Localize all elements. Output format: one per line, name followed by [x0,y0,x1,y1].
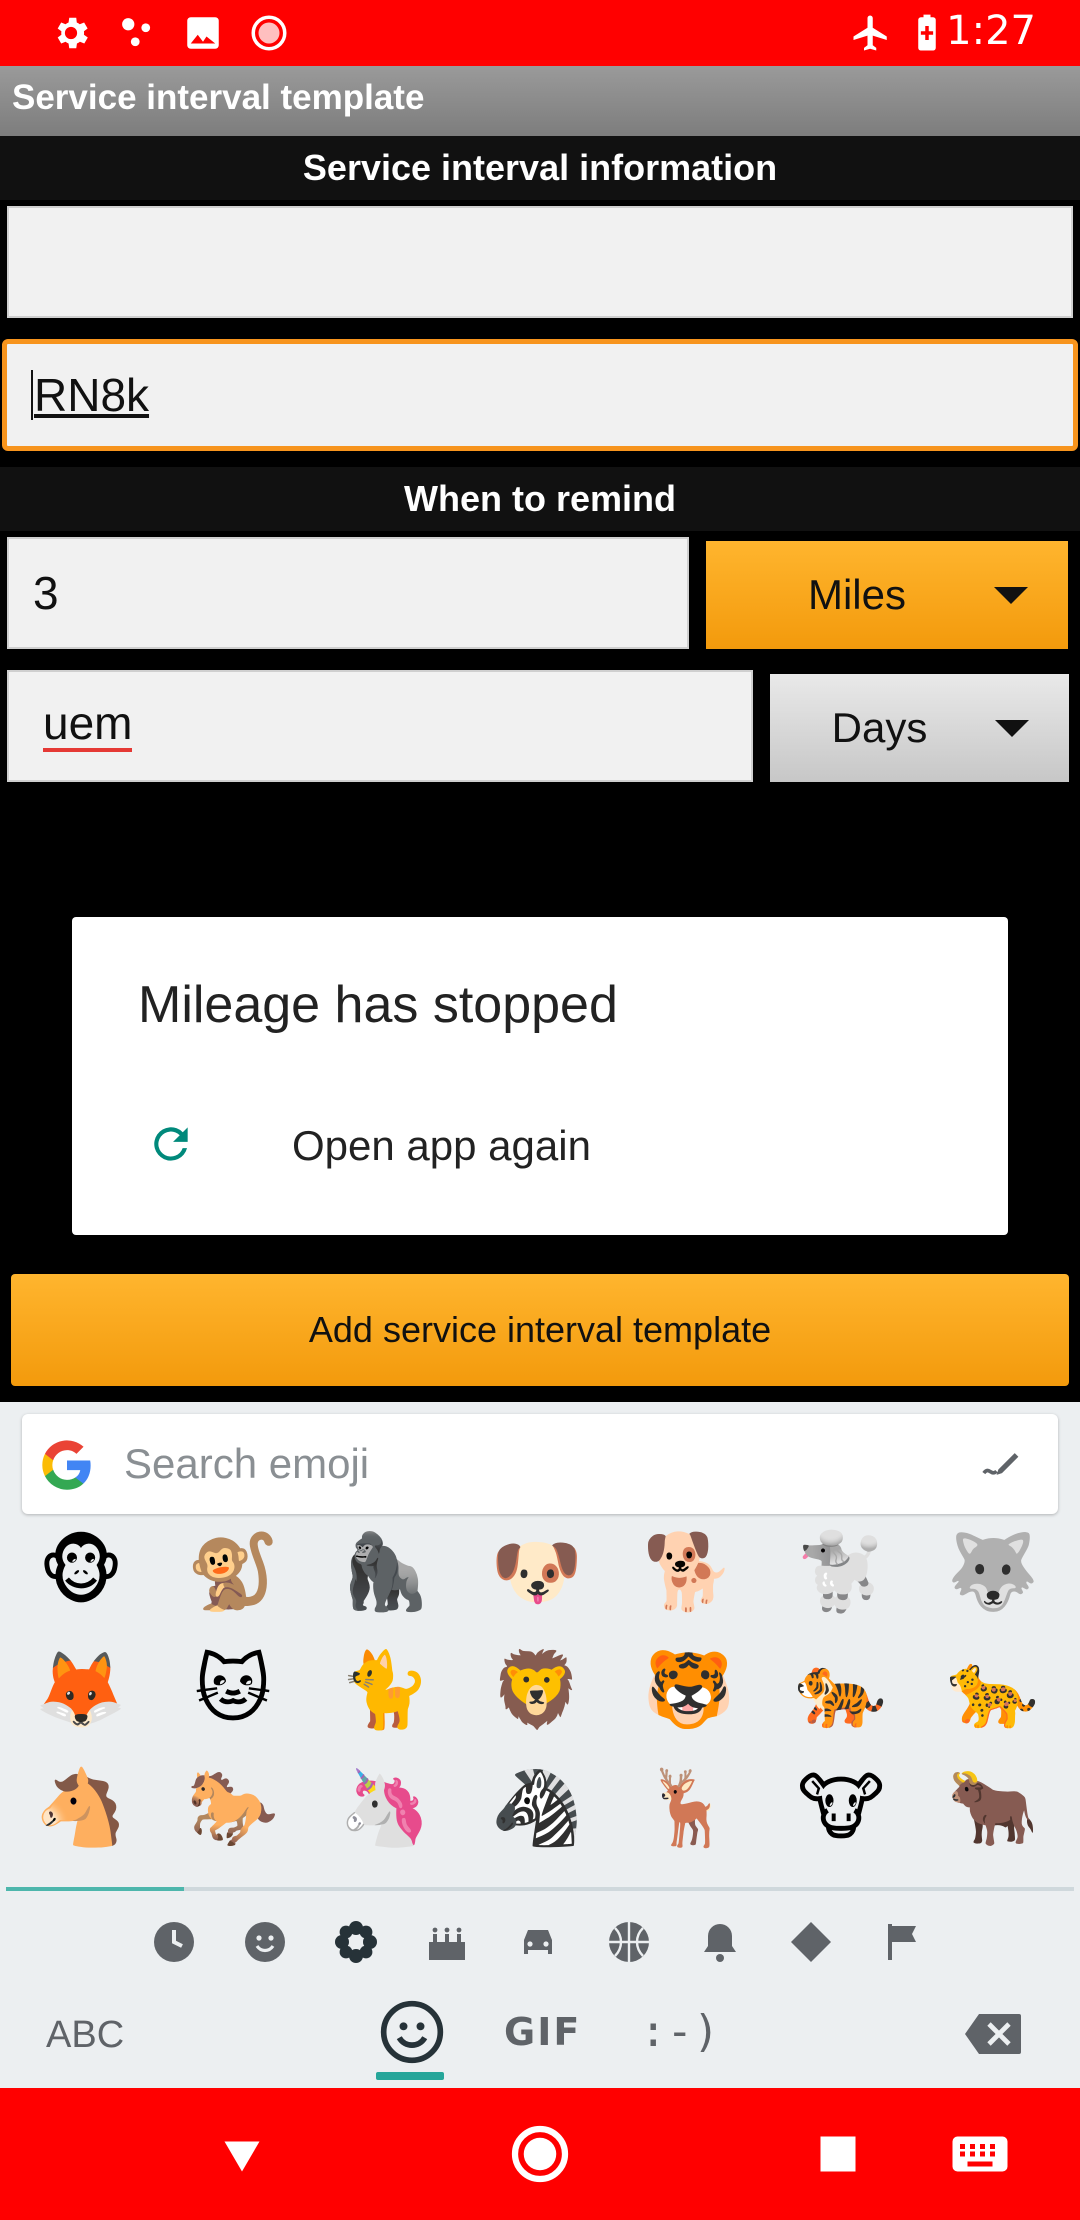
reload-icon[interactable] [146,1119,196,1169]
dropdown-arrow-icon [994,587,1028,604]
emoji-key[interactable]: 🐩 [791,1522,891,1622]
battery-icon [918,14,936,51]
emoji-key[interactable]: 🐯 [639,1640,739,1740]
miles-unit-label: Miles [807,571,906,618]
emoji-key[interactable]: 🐴 [31,1758,131,1858]
back-icon[interactable] [212,2124,272,2184]
home-icon[interactable] [510,2124,570,2184]
miles-unit-spinner[interactable]: Miles [706,541,1068,649]
cake-icon[interactable] [417,1912,477,1972]
category-scroll-indicator [6,1887,1074,1891]
page-title: Service interval template [12,78,425,117]
flag-icon[interactable] [872,1912,932,1972]
car-icon[interactable] [508,1912,568,1972]
navigation-bar [0,2088,1080,2220]
app-bar: Service interval template [0,66,1080,136]
ball-icon[interactable] [599,1912,659,1972]
gear-icon [57,17,88,49]
clock-icon[interactable] [144,1912,204,1972]
emoji-key[interactable]: 🐎 [183,1758,283,1858]
emoji-key[interactable]: 🐆 [943,1640,1043,1740]
miles-field[interactable]: 3 [7,537,689,649]
emoji-key[interactable]: 🦌 [639,1758,739,1858]
days-field-value: uem [43,700,133,752]
emoji-key[interactable]: 🐅 [791,1640,891,1740]
bell-icon[interactable] [690,1912,750,1972]
dropdown-arrow-icon [995,720,1029,737]
section-header-info: Service interval information [0,136,1080,200]
record-icon [251,15,287,51]
emoji-key[interactable]: 🐺 [943,1522,1043,1622]
emoji-tab-icon[interactable] [378,1998,446,2066]
keyboard-bottom-row: ABC GIF :-) [0,1992,1080,2082]
emoji-key[interactable]: 🐒 [183,1522,283,1622]
code-field[interactable]: RN8k [2,339,1078,451]
emoji-search-box[interactable]: Search emoji [22,1414,1058,1514]
emoji-tab-indicator [376,2072,444,2080]
add-template-button[interactable]: Add service interval template [11,1274,1069,1386]
name-field[interactable] [7,206,1073,318]
emoji-key[interactable]: 🦊 [31,1640,131,1740]
days-field[interactable]: uem [7,670,753,782]
category-scroll-active [6,1887,184,1891]
miles-field-value: 3 [33,567,59,619]
emoji-key[interactable]: 🐵 [31,1522,131,1622]
recents-icon[interactable] [808,2124,868,2184]
status-bar: 1:27 [0,0,1080,66]
emoticon-tab-button[interactable]: :-) [640,2006,719,2057]
emoji-key[interactable]: 🐶 [487,1522,587,1622]
flower-icon[interactable] [326,1912,386,1972]
emoji-key[interactable]: 🦁 [487,1640,587,1740]
backspace-icon[interactable] [962,2012,1024,2056]
code-field-value: RN8k [34,369,150,421]
emoji-category-bar [0,1912,1080,1982]
google-icon [42,1440,91,1490]
gif-tab-button[interactable]: GIF [504,2010,581,2054]
emoji-key[interactable]: 🦄 [335,1758,435,1858]
abc-switch-button[interactable]: ABC [46,2014,124,2057]
emoji-key[interactable]: 🦓 [487,1758,587,1858]
emoji-key[interactable]: 🐕 [639,1522,739,1622]
emoji-key[interactable]: 🐈 [335,1640,435,1740]
text-cursor [31,370,33,420]
days-unit-spinner[interactable]: Days [770,674,1069,782]
emoji-key[interactable]: 🦍 [335,1522,435,1622]
emoji-key[interactable]: 🐂 [943,1758,1043,1858]
crash-dialog: Mileage has stopped Open app again [72,917,1008,1235]
clock: 1:27 [946,8,1036,54]
emoji-key[interactable]: 🐮 [791,1758,891,1858]
days-unit-label: Days [831,704,928,751]
image-icon [187,17,219,49]
dots-icon [122,18,151,47]
keyboard-switch-icon[interactable] [950,2124,1010,2184]
section-header-remind: When to remind [0,467,1080,531]
diamond-icon[interactable] [781,1912,841,1972]
emoji-keyboard: Search emoji 🐵 🐒 🦍 🐶 🐕 🐩 🐺 🦊 🐱 🐈 🦁 🐯 🐅 🐆… [0,1402,1080,2088]
emoji-key[interactable]: 🐱 [183,1640,283,1740]
open-app-again-button[interactable]: Open app again [292,1122,591,1170]
dialog-title: Mileage has stopped [138,976,618,1034]
search-placeholder: Search emoji [124,1440,370,1487]
handwriting-pen-icon[interactable] [980,1444,1024,1484]
airplane-icon [853,15,887,51]
smiley-icon[interactable] [235,1912,295,1972]
